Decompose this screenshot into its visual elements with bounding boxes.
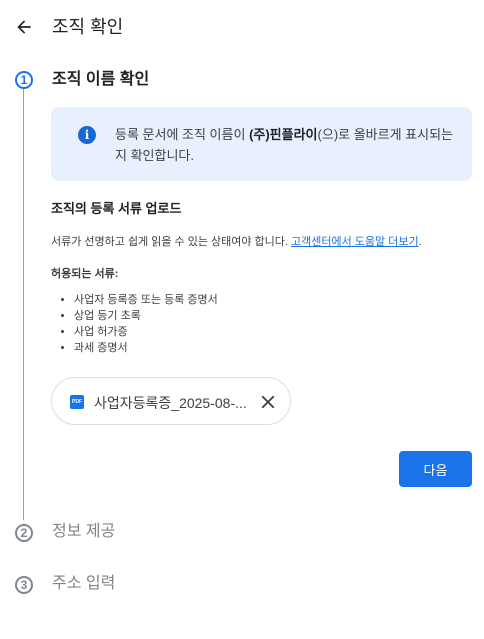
- step-2-indicator: 2: [15, 524, 33, 542]
- arrow-back-icon: [17, 20, 31, 34]
- close-icon: [261, 395, 275, 409]
- upload-heading: 조직의 등록 서류 업로드: [51, 201, 182, 216]
- page-title: 조직 확인: [52, 17, 124, 37]
- step-3-indicator: 3: [15, 576, 33, 594]
- info-text: 등록 문서에 조직 이름이 (주)핀플라이(으)로 올바르게 표시되는지 확인합…: [115, 124, 455, 166]
- list-item: 상업 등기 초록: [74, 308, 218, 324]
- list-item: 사업자 등록증 또는 등록 증명서: [74, 292, 218, 308]
- upload-description-text: 서류가 선명하고 쉽게 읽을 수 있는 상태여야 합니다.: [51, 236, 292, 248]
- allowed-docs-list: 사업자 등록증 또는 등록 증명서 상업 등기 초록 사업 허가증 과세 증명서: [51, 292, 218, 356]
- remove-file-button[interactable]: [256, 390, 280, 414]
- org-name: (주)핀플라이: [249, 127, 318, 142]
- step-1-title: 조직 이름 확인: [52, 71, 150, 88]
- help-center-link[interactable]: 고객센터에서 도움말 더보기: [291, 236, 419, 248]
- info-icon: i: [78, 126, 96, 144]
- info-text-before: 등록 문서에 조직 이름이: [115, 127, 250, 142]
- step-1-indicator: 1: [15, 71, 33, 89]
- back-button[interactable]: [10, 13, 38, 41]
- list-item: 과세 증명서: [74, 340, 218, 356]
- next-button[interactable]: 다음: [399, 451, 472, 487]
- pdf-file-icon: PDF: [70, 395, 84, 409]
- step-2-title: 정보 제공: [52, 523, 116, 540]
- info-banner: i 등록 문서에 조직 이름이 (주)핀플라이(으)로 올바르게 표시되는지 확…: [51, 107, 472, 181]
- step-3-title: 주소 입력: [52, 575, 116, 592]
- uploaded-file-chip[interactable]: PDF 사업자등록증_2025-08-...: [51, 377, 291, 425]
- upload-description-end: .: [418, 236, 422, 248]
- upload-description: 서류가 선명하고 쉽게 읽을 수 있는 상태여야 합니다. 고객센터에서 도움말…: [51, 233, 422, 249]
- stepper-line: [23, 88, 24, 520]
- file-name: 사업자등록증_2025-08-...: [94, 395, 247, 411]
- allowed-docs-title: 허용되는 서류:: [51, 268, 119, 280]
- list-item: 사업 허가증: [74, 324, 218, 340]
